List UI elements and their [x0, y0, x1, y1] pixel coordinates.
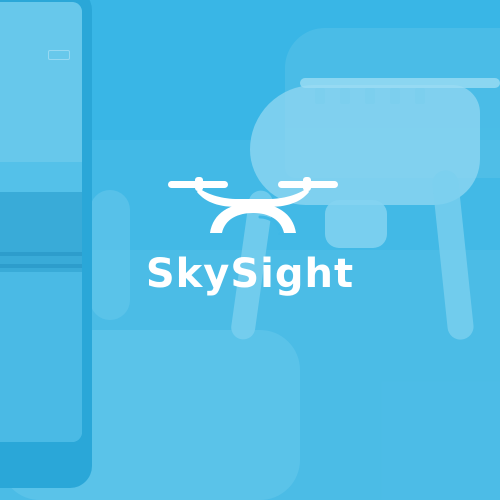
- brand-logo: SkySight: [0, 170, 500, 310]
- brand-name: SkySight: [145, 251, 355, 297]
- drone-icon: [168, 177, 338, 235]
